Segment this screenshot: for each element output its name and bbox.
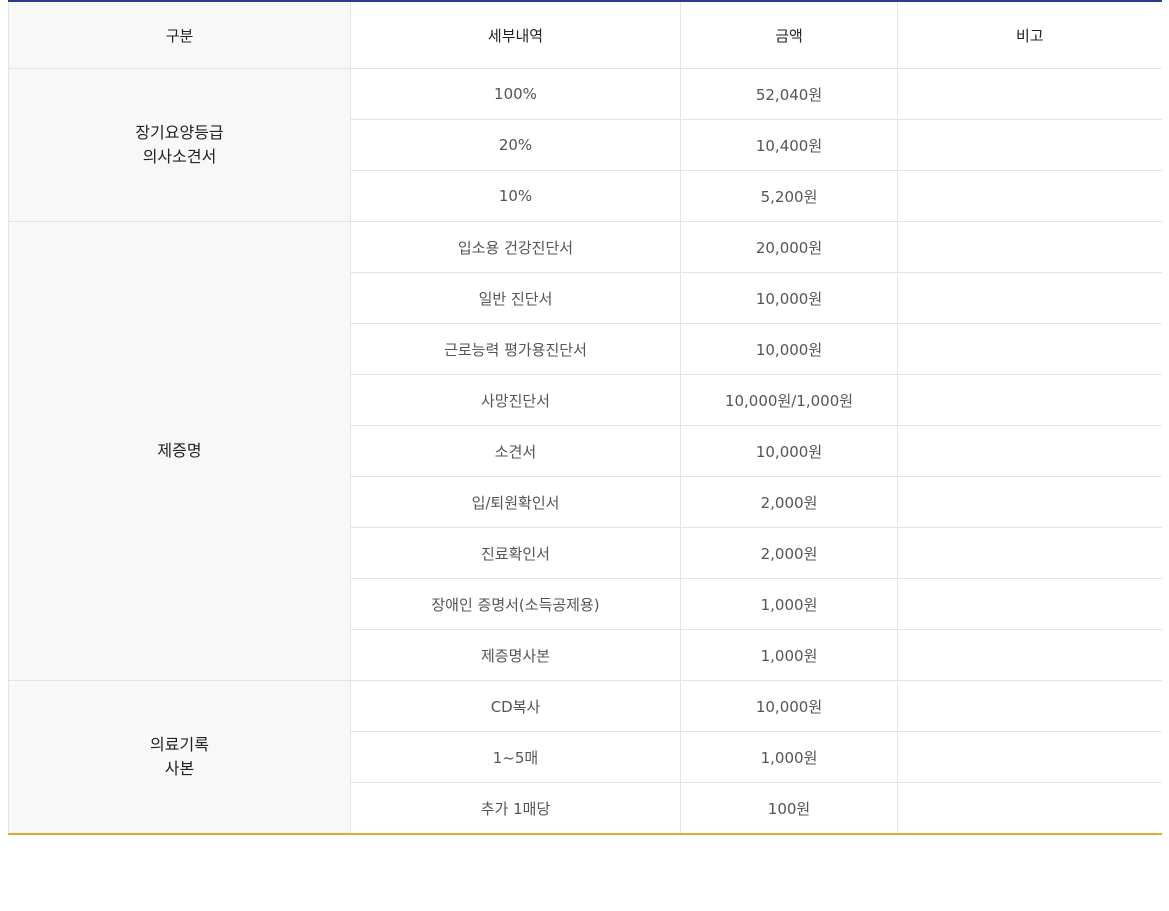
amount-cell: 5,200원 <box>680 170 898 222</box>
note-cell <box>897 476 1162 528</box>
note-cell <box>897 272 1162 324</box>
amount-cell: 2,000원 <box>680 527 898 579</box>
detail-cell: 소견서 <box>350 425 681 477</box>
amount-cell: 10,000원 <box>680 272 898 324</box>
category-label: 제증명 <box>157 441 202 460</box>
header-note: 비고 <box>897 0 1162 69</box>
category-label: 의사소견서 <box>142 147 217 166</box>
table-row: 제증명 입소용 건강진단서 20,000원 <box>8 221 1162 681</box>
detail-cell: 근로능력 평가용진단서 <box>350 323 681 375</box>
amount-cell: 10,000원 <box>680 425 898 477</box>
amount-cell: 20,000원 <box>680 221 898 273</box>
note-cell <box>897 221 1162 273</box>
detail-cell: 1~5매 <box>350 731 681 783</box>
amount-cell: 1,000원 <box>680 629 898 681</box>
note-cell <box>897 425 1162 477</box>
note-cell <box>897 374 1162 426</box>
detail-cell: CD복사 <box>350 680 681 732</box>
detail-cell: 10% <box>350 170 681 222</box>
category-cell: 제증명 <box>8 221 351 681</box>
detail-cell: 진료확인서 <box>350 527 681 579</box>
table-body: 장기요양등급 의사소견서 100% 52,040원 20% 10,400원 10% 5,200… <box>8 68 1162 835</box>
amount-cell: 2,000원 <box>680 476 898 528</box>
note-cell <box>897 119 1162 171</box>
amount-cell: 10,400원 <box>680 119 898 171</box>
detail-cell: 20% <box>350 119 681 171</box>
detail-cell: 100% <box>350 68 681 120</box>
amount-cell: 10,000원 <box>680 680 898 732</box>
amount-cell: 100원 <box>680 782 898 835</box>
detail-cell: 일반 진단서 <box>350 272 681 324</box>
note-cell <box>897 578 1162 630</box>
category-label: 사본 <box>164 759 195 778</box>
note-cell <box>897 170 1162 222</box>
detail-cell: 입소용 건강진단서 <box>350 221 681 273</box>
amount-cell: 52,040원 <box>680 68 898 120</box>
header-amount: 금액 <box>680 0 898 69</box>
note-cell <box>897 323 1162 375</box>
table-header: 구분 세부내역 금액 비고 <box>8 0 1162 69</box>
table-row: 장기요양등급 의사소견서 100% 52,040원 <box>8 68 1162 222</box>
detail-cell: 제증명사본 <box>350 629 681 681</box>
fee-table-container: 구분 세부내역 금액 비고 장기요양등급 의사소견서 100% 52,040원 20% 1… <box>8 0 1162 835</box>
table-row: 의료기록 사본 CD복사 10,000원 <box>8 680 1162 835</box>
detail-cell: 사망진단서 <box>350 374 681 426</box>
note-cell <box>897 680 1162 732</box>
header-detail: 세부내역 <box>350 0 681 69</box>
category-label: 의료기록 <box>150 735 209 754</box>
amount-cell: 10,000원/1,000원 <box>680 374 898 426</box>
amount-cell: 1,000원 <box>680 578 898 630</box>
category-cell: 의료기록사본 <box>8 680 351 835</box>
category-label: 장기요양등급 <box>135 123 224 142</box>
fee-table: 구분 세부내역 금액 비고 장기요양등급 의사소견서 100% 52,040원 20% 1… <box>8 0 1162 835</box>
note-cell <box>897 731 1162 783</box>
detail-cell: 추가 1매당 <box>350 782 681 835</box>
note-cell <box>897 782 1162 835</box>
note-cell <box>897 68 1162 120</box>
header-category: 구분 <box>8 0 351 69</box>
amount-cell: 10,000원 <box>680 323 898 375</box>
category-cell: 장기요양등급의사소견서 <box>8 68 351 222</box>
note-cell <box>897 629 1162 681</box>
header-row: 구분 세부내역 금액 비고 <box>8 0 1162 69</box>
amount-cell: 1,000원 <box>680 731 898 783</box>
detail-cell: 입/퇴원확인서 <box>350 476 681 528</box>
detail-cell: 장애인 증명서(소득공제용) <box>350 578 681 630</box>
note-cell <box>897 527 1162 579</box>
